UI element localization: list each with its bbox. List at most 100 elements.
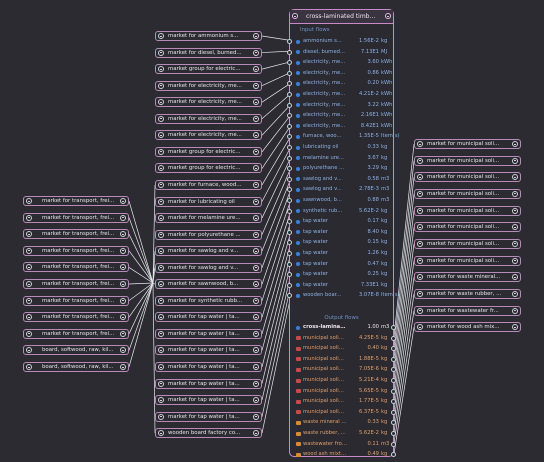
upstream-node[interactable]: market for transport, frei...: [23, 196, 129, 206]
expand-right-icon[interactable]: [253, 49, 259, 56]
expand-left-icon[interactable]: [417, 290, 423, 297]
expand-right-icon[interactable]: [512, 274, 518, 281]
expand-left-icon[interactable]: [417, 141, 423, 147]
expand-right-icon[interactable]: [253, 115, 259, 122]
expand-right-icon[interactable]: [120, 297, 126, 304]
upstream-node[interactable]: board, softwood, raw, kil...: [23, 362, 129, 372]
consumer-node[interactable]: market for waste rubber, ...: [414, 288, 521, 299]
expand-right-icon[interactable]: [512, 141, 518, 147]
input-connector-icon[interactable]: [287, 261, 292, 267]
output-connector-icon[interactable]: [391, 367, 396, 373]
output-connector-icon[interactable]: [391, 388, 396, 394]
consumer-node[interactable]: market for municipal soli...: [414, 255, 521, 266]
expand-left-icon[interactable]: [26, 198, 32, 204]
expand-left-icon[interactable]: [26, 314, 32, 321]
input-flow-row[interactable]: electricity, me... 0.20 kWh: [287, 79, 392, 88]
expand-left-icon[interactable]: [417, 307, 423, 314]
expand-left-icon[interactable]: [158, 148, 164, 155]
expand-left-icon[interactable]: [158, 33, 164, 39]
expand-right-icon[interactable]: [120, 364, 126, 370]
expand-right-icon[interactable]: [253, 82, 259, 89]
input-flow-row[interactable]: tap water 8.40 kg: [287, 228, 390, 237]
output-flow-row[interactable]: cross-laminated ... 1.00m3: [295, 323, 396, 332]
upstream-node[interactable]: market for transport, frei...: [23, 312, 129, 323]
expand-left-icon[interactable]: [417, 224, 423, 231]
output-flow-row[interactable]: wastewater from ... 0.11m3: [295, 440, 396, 449]
input-connector-icon[interactable]: [287, 208, 292, 214]
input-flow-row[interactable]: tap water 1.26 kg: [287, 249, 390, 258]
collapse-left-icon[interactable]: [292, 13, 298, 19]
expand-right-icon[interactable]: [253, 231, 259, 238]
expand-left-icon[interactable]: [26, 231, 32, 238]
expand-left-icon[interactable]: [158, 281, 164, 288]
expand-right-icon[interactable]: [253, 281, 259, 288]
input-connector-icon[interactable]: [287, 176, 292, 182]
provider-node[interactable]: market for tap water | ta...: [155, 395, 262, 406]
output-connector-icon[interactable]: [391, 399, 396, 405]
provider-node[interactable]: market for sawlog and v...: [155, 246, 262, 257]
consumer-node[interactable]: market for municipal soli...: [414, 172, 521, 183]
expand-right-icon[interactable]: [512, 257, 518, 264]
expand-right-icon[interactable]: [120, 330, 126, 337]
expand-right-icon[interactable]: [120, 347, 126, 354]
expand-right-icon[interactable]: [253, 264, 259, 271]
expand-right-icon[interactable]: [253, 148, 259, 155]
expand-right-icon[interactable]: [253, 165, 259, 172]
expand-right-icon[interactable]: [512, 240, 518, 247]
expand-right-icon[interactable]: [253, 380, 259, 387]
input-connector-icon[interactable]: [287, 251, 292, 256]
consumer-node[interactable]: market for municipal soli...: [414, 139, 521, 149]
expand-left-icon[interactable]: [417, 274, 423, 281]
output-connector-icon[interactable]: [391, 420, 396, 426]
expand-left-icon[interactable]: [158, 330, 164, 337]
output-flow-row[interactable]: municipal solid w... 0.40kg: [295, 344, 396, 353]
provider-node[interactable]: market for synthetic rubb...: [155, 295, 262, 306]
provider-node[interactable]: market for tap water | ta...: [155, 411, 262, 422]
output-flow-row[interactable]: municipal solid w... 5.21E-4kg: [295, 376, 396, 385]
expand-left-icon[interactable]: [26, 330, 32, 337]
input-connector-icon[interactable]: [287, 272, 292, 278]
expand-left-icon[interactable]: [158, 66, 164, 73]
output-flow-row[interactable]: municipal solid w... 1.88E-5kg: [295, 355, 396, 364]
input-flow-row[interactable]: electricity, me... 0.86 kWh: [287, 69, 392, 78]
expand-right-icon[interactable]: [253, 364, 259, 370]
input-connector-icon[interactable]: [287, 187, 292, 193]
consumer-node[interactable]: market for municipal soli...: [414, 222, 521, 233]
output-connector-icon[interactable]: [391, 452, 396, 458]
expand-left-icon[interactable]: [26, 247, 32, 254]
consumer-node[interactable]: market for wastewater fr...: [414, 305, 521, 316]
input-flow-row[interactable]: furnace, woo... 1.35E-5 Item(s): [287, 132, 400, 141]
provider-node[interactable]: market for polyurethane ...: [155, 229, 262, 240]
expand-right-icon[interactable]: [253, 397, 259, 404]
output-flow-row[interactable]: municipal solid w... 1.77E-5kg: [295, 397, 396, 406]
provider-node[interactable]: market group for electric...: [155, 146, 262, 157]
input-flow-row[interactable]: tap water 0.47 kg: [287, 260, 390, 269]
input-connector-icon[interactable]: [287, 282, 292, 288]
expand-right-icon[interactable]: [253, 347, 259, 354]
output-connector-icon[interactable]: [391, 356, 396, 362]
expand-right-icon[interactable]: [120, 264, 126, 271]
expand-left-icon[interactable]: [26, 297, 32, 304]
input-connector-icon[interactable]: [287, 92, 292, 97]
consumer-node[interactable]: market for waste mineral...: [414, 272, 521, 283]
input-connector-icon[interactable]: [287, 134, 292, 140]
expand-right-icon[interactable]: [253, 314, 259, 321]
expand-right-icon[interactable]: [253, 99, 259, 106]
output-flow-row[interactable]: municipal solid w... 4.25E-5kg: [295, 334, 396, 343]
expand-left-icon[interactable]: [26, 364, 32, 370]
expand-right-icon[interactable]: [120, 198, 126, 204]
provider-node[interactable]: market for tap water | ta...: [155, 362, 262, 372]
collapse-right-icon[interactable]: [385, 13, 391, 19]
output-flow-row[interactable]: waste mineral oil 0.33 kg: [295, 418, 396, 427]
expand-right-icon[interactable]: [120, 214, 126, 221]
output-connector-icon[interactable]: [391, 325, 396, 330]
output-connector-icon[interactable]: [391, 346, 396, 352]
expand-right-icon[interactable]: [253, 413, 259, 420]
expand-right-icon[interactable]: [253, 66, 259, 73]
input-flow-row[interactable]: synthetic rub... 5.62E-2 kg: [287, 207, 390, 216]
provider-node[interactable]: market for electricity, me...: [155, 97, 262, 108]
input-flow-row[interactable]: tap water 0.25 kg: [287, 270, 390, 279]
input-flow-row[interactable]: sawnwood, b... 0.88 m3: [287, 196, 390, 205]
expand-left-icon[interactable]: [158, 264, 164, 271]
expand-left-icon[interactable]: [158, 347, 164, 354]
